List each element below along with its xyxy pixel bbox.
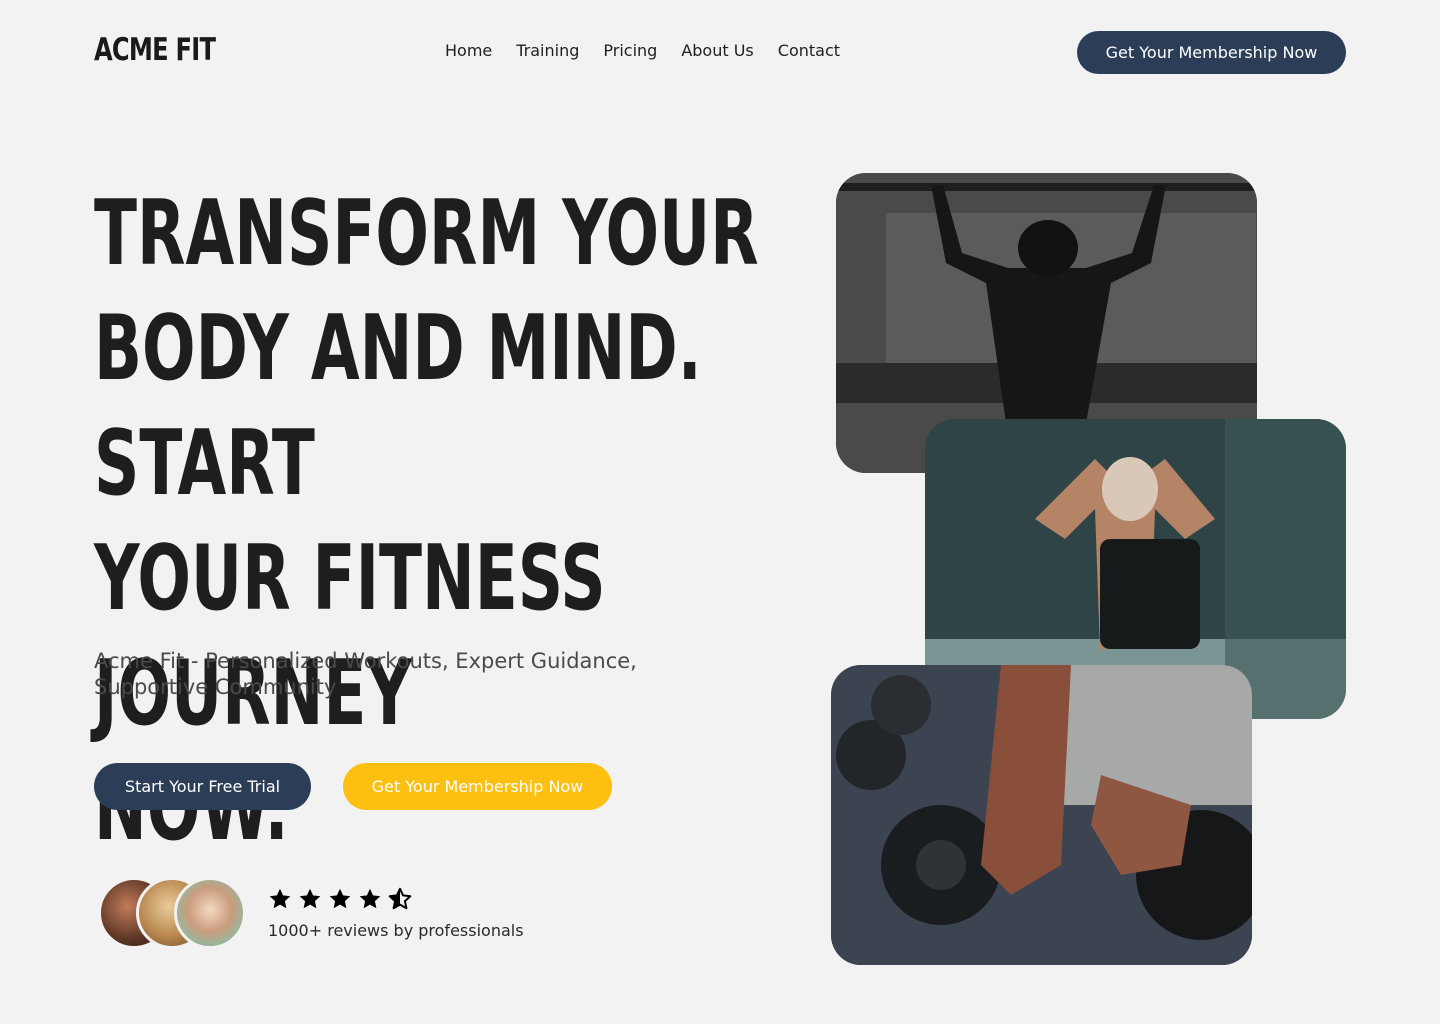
main-nav: Home Training Pricing About Us Contact [445,41,840,60]
nav-pricing[interactable]: Pricing [603,41,657,60]
star-full-icon [269,888,291,909]
star-full-icon [329,888,351,909]
dumbbell-workout-photo [831,665,1252,965]
rating-stars [268,887,412,911]
nav-home[interactable]: Home [445,41,492,60]
hero-subtitle: Acme Fit - Personalized Workouts, Expert… [94,648,694,700]
star-full-icon [359,888,381,909]
reviews-count: 1000+ reviews by professionals [268,921,524,940]
avatar [174,877,246,949]
reviewer-avatars [98,877,258,949]
subtitle-line-1: Acme Fit - Personalized Workouts, Expert… [94,649,637,673]
landing-page: ACME FIT Home Training Pricing About Us … [0,0,1440,1024]
nav-contact[interactable]: Contact [778,41,840,60]
free-trial-button[interactable]: Start Your Free Trial [94,763,311,810]
star-half-icon [388,887,412,910]
headline-line-2: BODY AND MIND. START [94,296,702,516]
dumbbell-illustration [831,665,1252,965]
logo[interactable]: ACME FIT [94,32,216,68]
subtitle-line-2: Supportive Community [94,675,337,699]
star-full-icon [299,888,321,909]
header-membership-button[interactable]: Get Your Membership Now [1077,31,1346,74]
headline-line-1: TRANSFORM YOUR [94,181,759,286]
membership-button[interactable]: Get Your Membership Now [343,763,612,810]
nav-training[interactable]: Training [516,41,579,60]
headline-line-3: YOUR FITNESS JOURNEY [94,526,606,746]
nav-about-us[interactable]: About Us [681,41,753,60]
